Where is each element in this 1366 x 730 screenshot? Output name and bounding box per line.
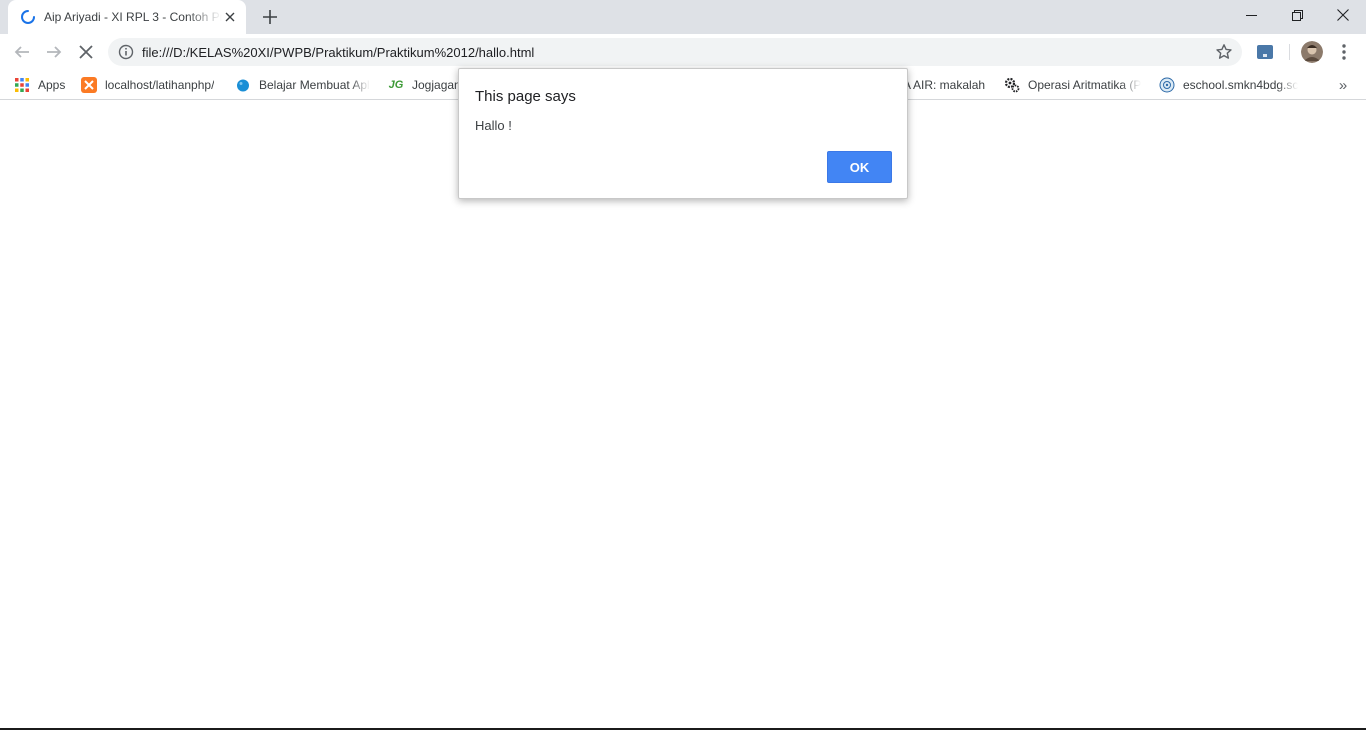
bookmark-belajar[interactable]: Belajar Membuat Apl: [235, 75, 371, 95]
gears-icon: [1004, 77, 1020, 93]
bookmark-label: eschool.smkn4bdg.sc: [1183, 78, 1299, 92]
bookmark-label: Jogjagan: [412, 78, 461, 92]
forward-button[interactable]: [40, 38, 68, 66]
bookmark-label: A AIR: makalah: [903, 78, 986, 92]
bookmark-label: Apps: [38, 78, 66, 92]
jg-logo-icon: JG: [388, 79, 404, 91]
browser-menu-button[interactable]: [1334, 38, 1354, 66]
restore-button[interactable]: [1274, 0, 1320, 30]
minimize-button[interactable]: [1228, 0, 1274, 30]
address-bar[interactable]: file:///D:/KELAS%20XI/PWPB/Praktikum/Pra…: [108, 38, 1242, 66]
plus-icon: [263, 10, 277, 24]
blue-blob-icon: [235, 77, 251, 93]
tab-strip: Aip Ariyadi - XI RPL 3 - Contoh Program: [0, 0, 1366, 34]
bookmark-label: Operasi Aritmatika (P: [1028, 78, 1142, 92]
restore-icon: [1291, 9, 1303, 21]
bookmark-apps[interactable]: Apps: [14, 75, 74, 95]
browser-tab[interactable]: Aip Ariyadi - XI RPL 3 - Contoh Program: [8, 0, 246, 34]
bookmark-eschool[interactable]: eschool.smkn4bdg.sc: [1159, 75, 1299, 95]
xampp-icon: [81, 77, 97, 93]
close-window-button[interactable]: [1320, 0, 1366, 30]
bookmark-jogjagan[interactable]: JG Jogjagan: [388, 75, 462, 95]
profile-avatar[interactable]: [1301, 41, 1323, 63]
bookmark-star-icon[interactable]: [1215, 43, 1233, 61]
alert-dialog: This page says Hallo ! OK: [458, 68, 908, 199]
stop-icon: [79, 45, 93, 59]
more-vert-icon: [1342, 44, 1346, 60]
ok-button[interactable]: OK: [827, 151, 892, 183]
globe-icon: [1159, 77, 1175, 93]
tab-title: Aip Ariyadi - XI RPL 3 - Contoh Program: [44, 10, 222, 24]
bookmark-operasi-aritmatika[interactable]: Operasi Aritmatika (P: [1004, 75, 1144, 95]
toolbar-divider: [1289, 44, 1290, 60]
arrow-right-icon: [47, 46, 62, 58]
info-icon[interactable]: [118, 44, 134, 60]
minimize-icon: [1245, 14, 1257, 16]
loading-spinner-icon: [21, 10, 35, 24]
dialog-title: This page says: [475, 88, 576, 105]
bookmark-localhost[interactable]: localhost/latihanphp/: [81, 75, 223, 95]
browser-toolbar: file:///D:/KELAS%20XI/PWPB/Praktikum/Pra…: [0, 34, 1366, 70]
dialog-message: Hallo !: [475, 118, 512, 133]
extension-icon[interactable]: [1255, 42, 1275, 62]
url-text[interactable]: file:///D:/KELAS%20XI/PWPB/Praktikum/Pra…: [142, 45, 534, 60]
bookmarks-overflow-chevron-icon[interactable]: »: [1333, 75, 1353, 95]
arrow-left-icon: [14, 46, 29, 58]
bookmark-label: Belajar Membuat Apl: [259, 78, 370, 92]
back-button[interactable]: [8, 38, 36, 66]
close-icon: [1337, 9, 1349, 21]
bookmark-air-makalah[interactable]: A AIR: makalah: [903, 75, 989, 95]
tab-close-icon[interactable]: [222, 9, 238, 25]
stop-loading-button[interactable]: [72, 38, 100, 66]
new-tab-button[interactable]: [258, 5, 282, 29]
apps-grid-icon: [14, 77, 30, 93]
bookmark-label: localhost/latihanphp/: [105, 78, 215, 92]
avatar-icon: [1301, 41, 1323, 63]
